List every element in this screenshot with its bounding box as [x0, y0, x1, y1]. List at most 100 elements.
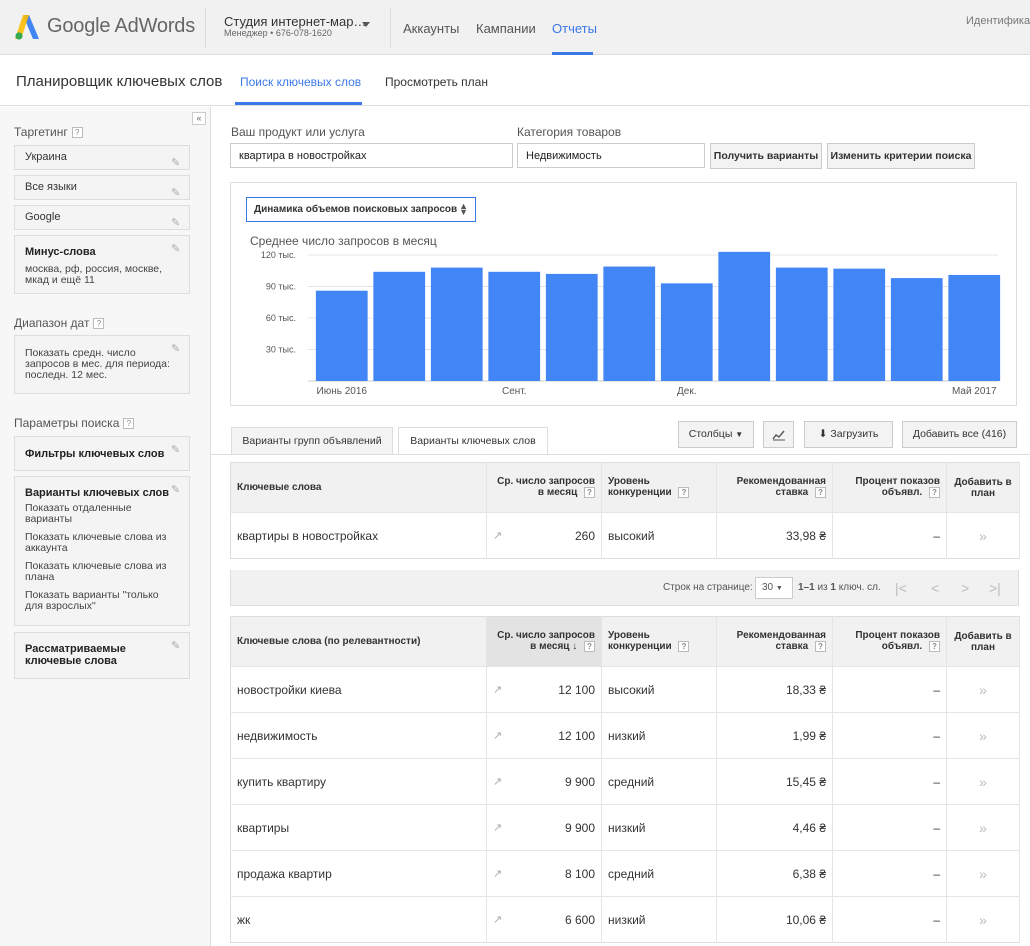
competition-cell: средний — [601, 758, 717, 805]
help-icon[interactable]: ? — [584, 641, 595, 653]
pencil-icon[interactable]: ✎ — [171, 639, 183, 652]
bar[interactable] — [488, 271, 541, 381]
tab-review-plan[interactable]: Просмотреть план — [385, 75, 488, 89]
tab-keyword-ideas[interactable]: Варианты ключевых слов — [398, 427, 548, 455]
logo-text[interactable]: Google AdWords — [47, 15, 195, 38]
help-icon[interactable]: ? — [678, 641, 690, 653]
language-target[interactable]: Все языки ✎ — [14, 175, 190, 200]
bar[interactable] — [603, 266, 656, 381]
location-target[interactable]: Украина ✎ — [14, 145, 190, 170]
add-to-plan-icon[interactable]: » — [979, 682, 987, 698]
nav-campaigns[interactable]: Кампании — [476, 21, 536, 36]
trend-chart-icon[interactable]: ↗ — [493, 867, 502, 880]
bar[interactable] — [775, 267, 828, 381]
col-keyword[interactable]: Ключевые слова — [230, 462, 487, 513]
add-all-button[interactable]: Добавить все (416) — [902, 421, 1017, 448]
add-to-plan-icon[interactable]: » — [979, 820, 987, 836]
network-target[interactable]: Google ✎ — [14, 205, 190, 230]
pencil-icon[interactable]: ✎ — [171, 152, 183, 169]
help-icon[interactable]: ? — [678, 487, 690, 499]
add-to-plan-icon[interactable]: » — [979, 774, 987, 790]
chart-type-select[interactable]: Динамика объемов поисковых запросов ▲ ▼ — [246, 197, 476, 222]
considered-keywords[interactable]: Рассматриваемые ключевые слова ✎ — [14, 632, 190, 679]
col-avg-searches-sorted[interactable]: Ср. число запросов в месяц ↓ ? — [486, 616, 602, 667]
option-account: Показать ключевые слова из аккаунта — [25, 531, 167, 554]
help-icon[interactable]: ? — [71, 127, 83, 139]
add-to-plan-cell: » — [946, 804, 1020, 851]
nav-accounts[interactable]: Аккаунты — [403, 21, 459, 36]
bar[interactable] — [373, 271, 426, 381]
col-suggested-bid[interactable]: Рекомендованная ставка ? — [716, 462, 833, 513]
download-button[interactable]: ⬇ Загрузить — [804, 421, 893, 448]
competition-cell: высокий — [601, 666, 717, 713]
help-icon[interactable]: ? — [815, 487, 826, 499]
trend-chart-icon[interactable]: ↗ — [493, 683, 502, 696]
help-icon[interactable]: ? — [929, 641, 940, 653]
rows-per-page-select[interactable]: 30 ▼ — [755, 577, 793, 599]
pencil-icon[interactable]: ✎ — [171, 242, 183, 255]
pencil-icon[interactable]: ✎ — [171, 483, 183, 496]
add-to-plan-icon[interactable]: » — [979, 866, 987, 882]
keyword-options[interactable]: Варианты ключевых слов Показать отдаленн… — [14, 476, 190, 626]
bar[interactable] — [545, 273, 598, 381]
columns-button[interactable]: Столбцы ▼ — [678, 421, 754, 448]
pencil-icon[interactable]: ✎ — [171, 182, 183, 199]
modify-search-button[interactable]: Изменить критерии поиска — [827, 143, 975, 169]
help-icon[interactable]: ? — [815, 641, 826, 653]
col-avg-searches[interactable]: Ср. число запросов в месяц ? — [486, 462, 602, 513]
negative-keywords[interactable]: Минус-слова москва, рф, россия, москве, … — [14, 235, 190, 294]
col-suggested-bid[interactable]: Рекомендованная ставка ? — [716, 616, 833, 667]
avg-searches-cell: ↗ 6 600 — [486, 896, 602, 943]
prev-page-icon[interactable]: < — [931, 580, 939, 596]
trend-chart-icon[interactable]: ↗ — [493, 913, 502, 926]
bar[interactable] — [718, 251, 771, 381]
last-page-icon[interactable]: >| — [989, 580, 1001, 596]
suggested-bid-cell: 4,46 ₴ — [716, 804, 833, 851]
suggested-bid-cell: 15,45 ₴ — [716, 758, 833, 805]
nav-reports[interactable]: Отчеты — [552, 21, 597, 36]
next-page-icon[interactable]: > — [961, 580, 969, 596]
help-icon[interactable]: ? — [93, 318, 105, 330]
add-to-plan-icon[interactable]: » — [979, 728, 987, 744]
tab-ad-group-ideas[interactable]: Варианты групп объявлений — [231, 427, 393, 455]
add-to-plan-icon[interactable]: » — [979, 528, 987, 544]
pencil-icon[interactable]: ✎ — [171, 443, 183, 456]
account-name[interactable]: Студия интернет-мар… — [224, 14, 366, 29]
help-icon[interactable]: ? — [584, 487, 595, 499]
bar[interactable] — [890, 278, 943, 381]
get-ideas-button[interactable]: Получить варианты — [710, 143, 822, 169]
col-competition[interactable]: Уровень конкуренции ? — [601, 616, 717, 667]
product-input[interactable]: квартира в новостройках — [230, 143, 513, 168]
bar[interactable] — [948, 274, 1001, 381]
considered-keywords-title: Рассматриваемые ключевые слова — [25, 643, 126, 667]
chart-toggle-button[interactable] — [763, 421, 794, 448]
col-impression-share[interactable]: Процент показов объявл. ? — [832, 462, 947, 513]
trend-chart-icon[interactable]: ↗ — [493, 729, 502, 742]
help-icon[interactable]: ? — [929, 487, 940, 499]
date-range-box[interactable]: Показать средн. число запросов в мес. дл… — [14, 335, 190, 394]
adwords-logo-icon[interactable] — [14, 13, 42, 41]
bar[interactable] — [315, 290, 368, 381]
col-impression-share[interactable]: Процент показов объявл. ? — [832, 616, 947, 667]
bar[interactable] — [430, 267, 483, 381]
collapse-sidebar-icon[interactable]: « — [192, 112, 206, 125]
col-keyword-relevance[interactable]: Ключевые слова (по релевантности) — [230, 616, 487, 667]
trend-chart-icon[interactable]: ↗ — [493, 775, 502, 788]
trend-chart-icon[interactable]: ↗ — [493, 821, 502, 834]
category-input[interactable]: Недвижимость — [517, 143, 705, 168]
first-page-icon[interactable]: |< — [895, 580, 907, 596]
pencil-icon[interactable]: ✎ — [171, 342, 183, 355]
add-to-plan-icon[interactable]: » — [979, 912, 987, 928]
trend-chart-icon[interactable]: ↗ — [493, 529, 502, 542]
help-icon[interactable]: ? — [123, 418, 135, 430]
bar[interactable] — [833, 268, 886, 381]
pencil-icon[interactable]: ✎ — [171, 212, 183, 229]
bar[interactable] — [660, 283, 713, 381]
impression-share-cell: – — [832, 804, 947, 851]
tab-keyword-search[interactable]: Поиск ключевых слов — [240, 75, 361, 89]
col-competition[interactable]: Уровень конкуренции ? — [601, 462, 717, 513]
competition-cell: низкий — [601, 896, 717, 943]
keyword-filters-title: Фильтры ключевых слов — [25, 448, 165, 460]
account-dropdown-icon[interactable] — [362, 22, 370, 27]
keyword-filters[interactable]: Фильтры ключевых слов ✎ — [14, 436, 190, 471]
